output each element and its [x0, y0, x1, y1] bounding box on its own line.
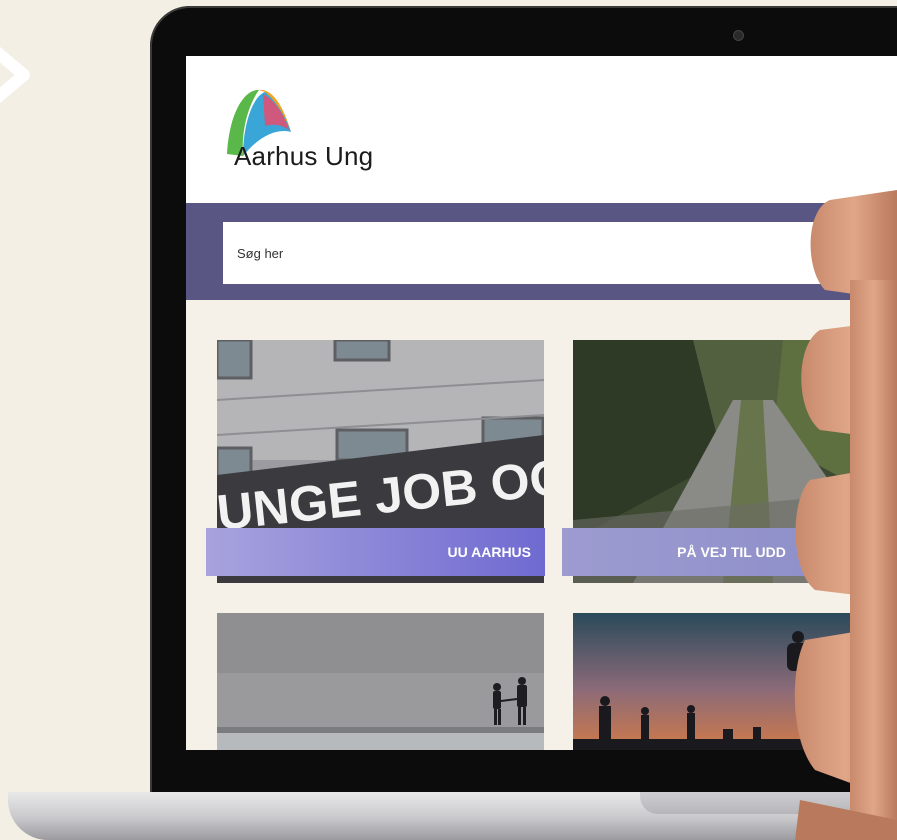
- logo-text: Aarhus Ung: [234, 141, 374, 171]
- chevron-right-icon: [0, 46, 30, 104]
- camera-icon: [733, 30, 744, 41]
- tile-couple-image[interactable]: [217, 613, 544, 750]
- couple-photo: [217, 613, 544, 750]
- site-logo[interactable]: Aarhus Ung: [219, 84, 429, 174]
- tile-label-uu-aarhus[interactable]: UU AARHUS: [206, 528, 545, 576]
- hand-image: [794, 190, 897, 840]
